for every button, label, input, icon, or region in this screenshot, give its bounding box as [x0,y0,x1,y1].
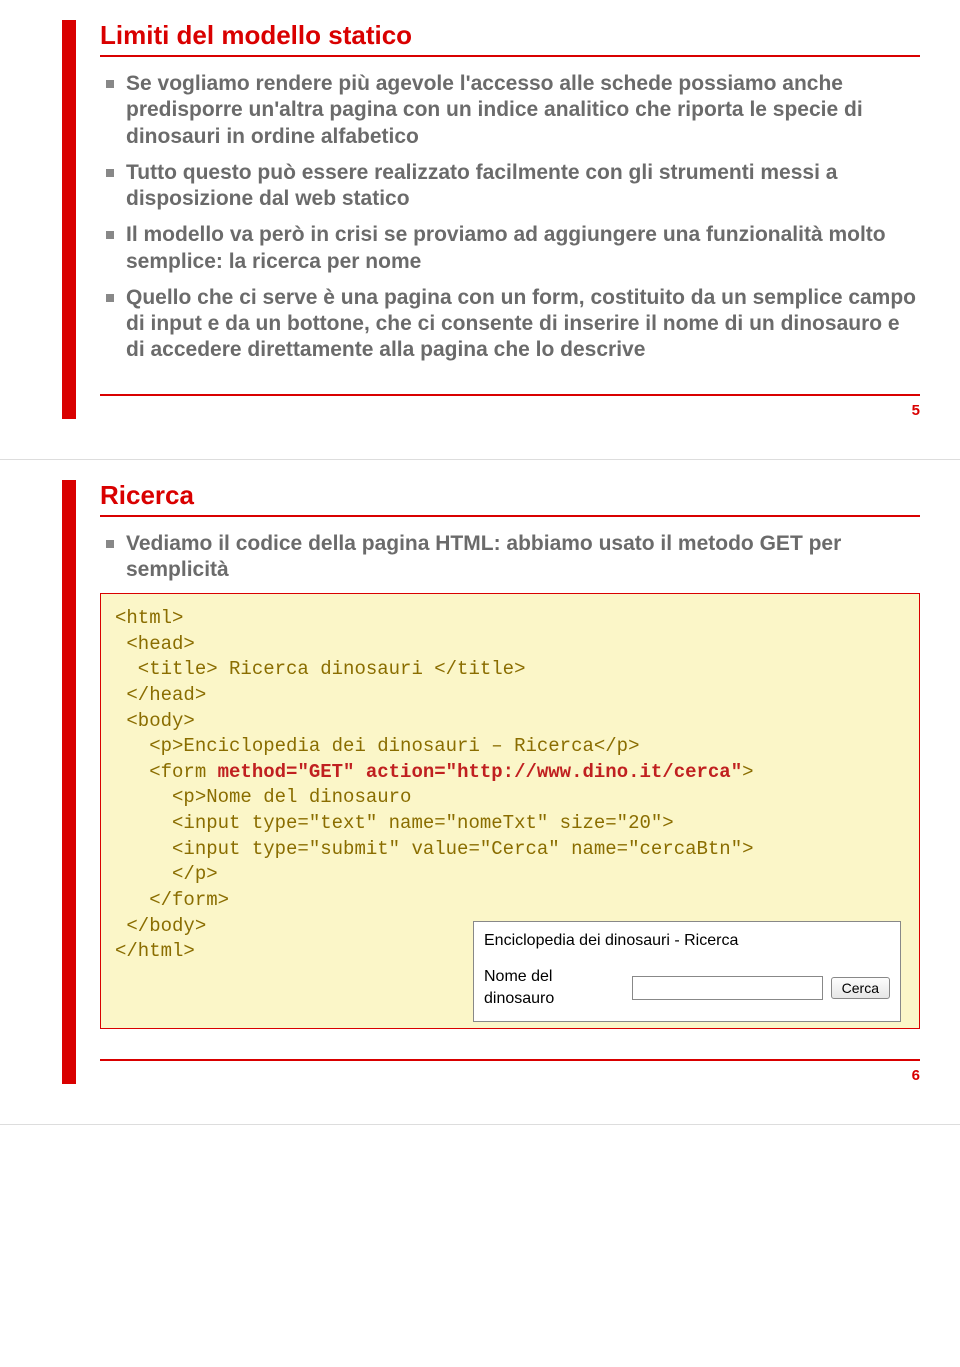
dino-name-input[interactable] [632,976,823,1000]
slide-title: Ricerca [100,480,920,517]
slide-2: Ricerca Vediamo il codice della pagina H… [0,460,960,1126]
bullet-item: Il modello va però in crisi se proviamo … [100,222,920,275]
code-line: </form> [115,889,229,911]
bullet-item: Vediamo il codice della pagina HTML: abb… [100,531,920,584]
preview-heading: Enciclopedia dei dinosauri - Ricerca [484,930,890,952]
code-line: </html> [115,940,195,962]
code-box: <html> <head> <title> Ricerca dinosauri … [100,593,920,1029]
code-line: <body> [115,710,195,732]
bullet-item: Se vogliamo rendere più agevole l'access… [100,71,920,150]
accent-bar [62,20,76,419]
bullet-item: Tutto questo può essere realizzato facil… [100,160,920,213]
preview-label: Nome del dinosauro [484,966,624,1009]
code-line: <form [115,761,218,783]
search-button[interactable]: Cerca [831,977,890,999]
code-line: <p>Nome del dinosauro [115,786,411,808]
bullet-list: Vediamo il codice della pagina HTML: abb… [100,531,920,584]
slide-title: Limiti del modello statico [100,20,920,57]
code-line: <head> [115,633,195,655]
page-number: 6 [100,1059,920,1084]
code-line: </head> [115,684,206,706]
form-preview: Enciclopedia dei dinosauri - Ricerca Nom… [473,921,901,1022]
code-line: </body> [115,915,206,937]
code-line: </p> [115,863,218,885]
page-number: 5 [100,394,920,419]
code-line: <input type="text" name="nomeTxt" size="… [115,812,674,834]
accent-bar [62,480,76,1085]
code-emph: method="GET" action="http://www.dino.it/… [218,761,743,783]
code-line: <input type="submit" value="Cerca" name=… [115,838,754,860]
code-line: > [742,761,753,783]
code-line: <p>Enciclopedia dei dinosauri – Ricerca<… [115,735,640,757]
slide-1: Limiti del modello statico Se vogliamo r… [0,0,960,460]
bullet-list: Se vogliamo rendere più agevole l'access… [100,71,920,364]
code-line: <html> [115,607,183,629]
bullet-item: Quello che ci serve è una pagina con un … [100,285,920,364]
code-line: <title> Ricerca dinosauri </title> [115,658,525,680]
